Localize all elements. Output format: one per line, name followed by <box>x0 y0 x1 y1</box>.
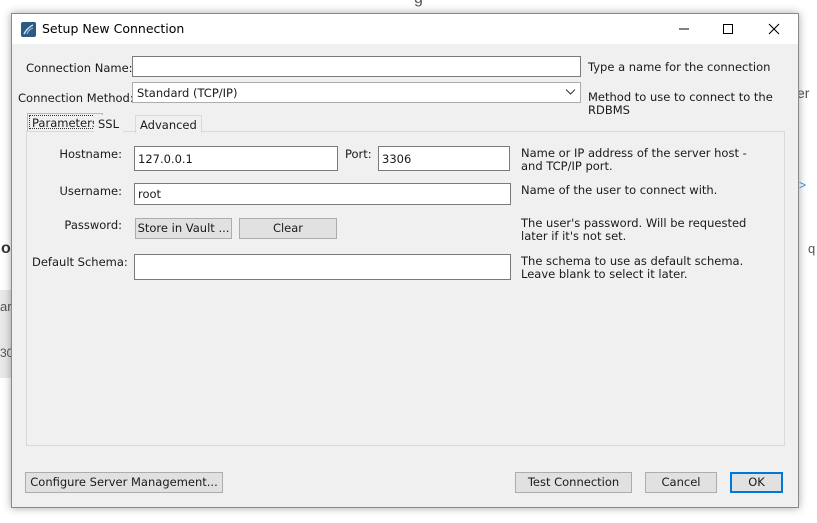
username-input[interactable]: root <box>134 183 511 205</box>
password-help: The user's password. Will be requested l… <box>521 216 747 243</box>
connection-name-help: Type a name for the connection <box>588 60 771 74</box>
configure-server-management-button[interactable]: Configure Server Management... <box>25 472 223 493</box>
connection-name-input[interactable] <box>132 56 581 77</box>
background-text-fragment: ar <box>0 299 12 314</box>
close-button[interactable] <box>751 14 797 44</box>
chevron-down-icon <box>565 89 576 95</box>
background-text-fragment: > <box>799 178 807 192</box>
default-schema-label: Default Schema: <box>32 255 128 269</box>
connection-method-label: Connection Method: <box>18 91 134 105</box>
tab-ssl[interactable]: SSL <box>94 115 124 133</box>
connection-method-select[interactable]: Standard (TCP/IP) <box>132 82 581 103</box>
background-text-fragment: g <box>414 0 423 8</box>
setup-connection-dialog: Setup New Connection Connection Name: Ty… <box>11 13 799 508</box>
background-text-fragment: q <box>808 241 816 256</box>
connection-method-value: Standard (TCP/IP) <box>137 86 238 100</box>
connection-method-help: Method to use to connect to the RDBMS <box>588 90 773 117</box>
password-label: Password: <box>64 218 122 232</box>
hostname-input[interactable]: 127.0.0.1 <box>134 146 338 171</box>
connection-name-label: Connection Name: <box>26 61 133 75</box>
parameters-panel <box>26 131 785 446</box>
close-icon <box>768 23 780 35</box>
tab-parameters[interactable]: Parameters <box>27 113 103 131</box>
test-connection-button[interactable]: Test Connection <box>515 472 632 493</box>
title-bar[interactable]: Setup New Connection <box>12 14 798 44</box>
maximize-button[interactable] <box>705 14 751 44</box>
store-in-vault-button[interactable]: Store in Vault ... <box>135 218 232 239</box>
username-label: Username: <box>59 184 123 198</box>
tab-advanced[interactable]: Advanced <box>135 115 202 133</box>
port-input[interactable]: 3306 <box>378 146 510 171</box>
maximize-icon <box>723 24 733 34</box>
hostname-help: Name or IP address of the server host - … <box>521 146 747 173</box>
clear-password-button[interactable]: Clear <box>239 218 337 239</box>
background-text-fragment: o <box>1 240 11 257</box>
default-schema-input[interactable] <box>134 254 511 280</box>
hostname-label: Hostname: <box>59 147 122 161</box>
default-schema-help: The schema to use as default schema. Lea… <box>521 254 744 281</box>
minimize-button[interactable] <box>661 14 707 44</box>
cancel-button[interactable]: Cancel <box>645 472 717 493</box>
port-label: Port: <box>345 147 372 161</box>
username-help: Name of the user to connect with. <box>521 183 718 197</box>
ok-button[interactable]: OK <box>730 472 783 493</box>
minimize-icon <box>679 28 689 30</box>
mysql-workbench-icon <box>21 22 36 37</box>
window-title: Setup New Connection <box>42 21 185 36</box>
